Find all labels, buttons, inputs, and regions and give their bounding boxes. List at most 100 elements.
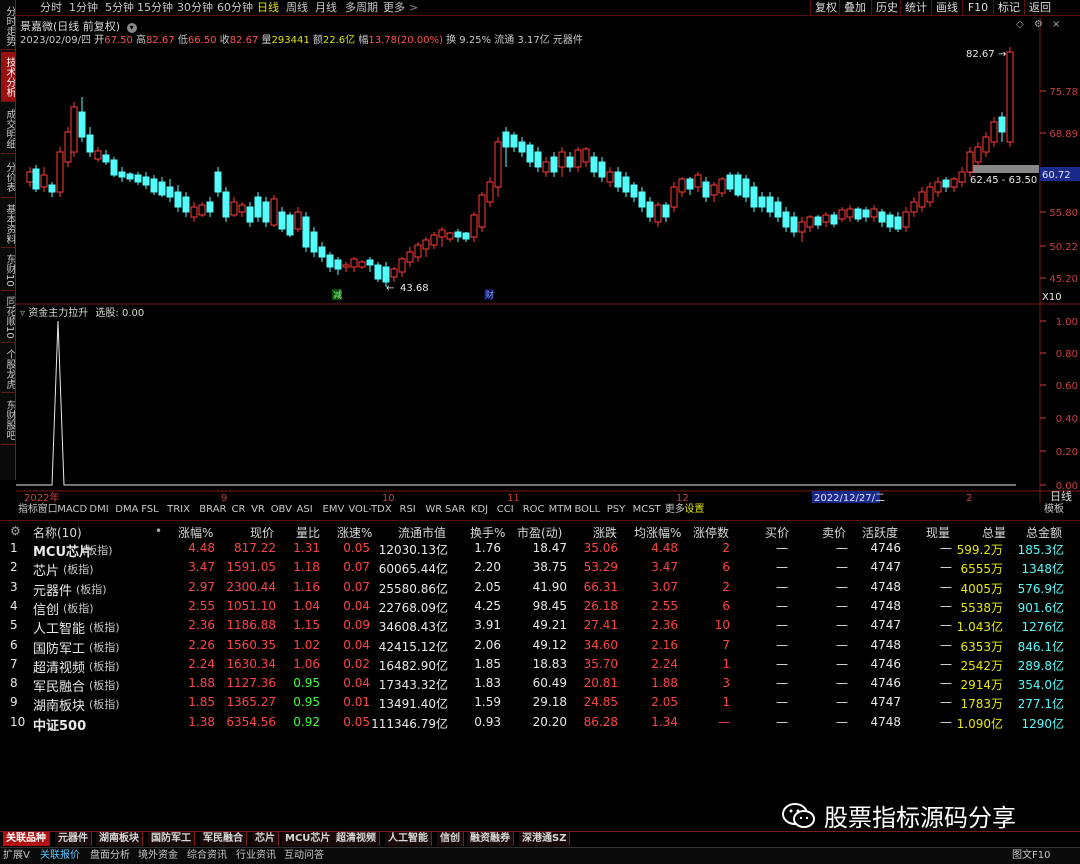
sidebar-item-2[interactable]: 成交明细 [1, 104, 15, 154]
related-tab-3[interactable]: 国防军工 [148, 832, 195, 846]
period-daily-label[interactable]: 日线 [1050, 491, 1072, 503]
sidebar-item-0[interactable]: 分时走势 [1, 2, 15, 50]
related-tab-11[interactable]: 深港通SZ [519, 832, 571, 846]
indicator-tab-23[interactable]: MCST [633, 504, 661, 516]
toolbar-btn-5[interactable]: F10 [962, 0, 993, 16]
table-row[interactable]: 7 超清视频 (板指) 2.24 1630.34 1.06 0.02 16482.90亿 1.8… [0, 655, 1080, 676]
indicator-tab-3[interactable]: DMI [89, 504, 108, 516]
sidebar-item-6[interactable]: 同花顺10 [1, 293, 15, 343]
toolbar-btn-3[interactable]: 统计 [900, 0, 931, 16]
toolbar-btn-1[interactable]: 叠加 [839, 0, 870, 16]
row-name[interactable]: 元器件 [33, 580, 72, 599]
toolbar-btn-0[interactable]: 复权 [810, 0, 841, 16]
status-tab-5[interactable]: 行业资讯 [236, 849, 276, 863]
period-tab-9[interactable]: 多周期 [345, 1, 378, 15]
toolbar-btn-2[interactable]: 历史 [871, 0, 902, 16]
period-tab-6[interactable]: 日线 [257, 1, 279, 15]
period-tab-8[interactable]: 月线 [315, 1, 337, 15]
related-tab-5[interactable]: 芯片 [252, 832, 279, 846]
row-name[interactable]: 人工智能 [33, 618, 85, 637]
indicator-tab-9[interactable]: VR [251, 504, 265, 516]
related-tab-0[interactable]: 关联品种 [3, 832, 50, 846]
template-button[interactable]: 模板 [1044, 504, 1064, 516]
related-tab-6[interactable]: MCU芯片 [282, 832, 335, 846]
related-tab-8[interactable]: 人工智能 [385, 832, 432, 846]
status-tab-7[interactable]: 图文F10 [1012, 849, 1050, 863]
sidebar-item-7[interactable]: 个股龙虎 [1, 345, 15, 393]
related-tab-1[interactable]: 元器件 [55, 832, 92, 846]
indicator-tab-2[interactable]: MACD [57, 504, 87, 516]
table-row[interactable]: 5 人工智能 (板指) 2.36 1186.88 1.15 0.09 34608.43亿 3.9… [0, 616, 1080, 637]
toolbar-btn-7[interactable]: 返回 [1024, 0, 1055, 16]
related-tab-9[interactable]: 信创 [437, 832, 464, 846]
sidebar-item-1[interactable]: 技术分析 [1, 52, 15, 102]
status-tab-0[interactable]: 扩展V [3, 849, 30, 863]
period-tab-3[interactable]: 15分钟 [137, 1, 173, 15]
close-icon[interactable]: × [1052, 19, 1060, 30]
settings-icon[interactable]: ⚙ [10, 524, 21, 538]
kline-chart[interactable]: 75.7868.8960.7255.8050.2245.2060.7262.45… [16, 17, 1080, 503]
sidebar-item-4[interactable]: 基本资料 [1, 200, 15, 248]
sidebar-item-8[interactable]: 东财股吧 [1, 395, 15, 445]
related-tab-10[interactable]: 融资融券 [467, 832, 514, 846]
indicator-tab-16[interactable]: SAR [445, 504, 465, 516]
indicator-tab-15[interactable]: WR [425, 504, 442, 516]
period-tab-7[interactable]: 周线 [286, 1, 308, 15]
row-name[interactable]: 军民融合 [33, 676, 85, 695]
indicator-tab-10[interactable]: OBV [271, 504, 292, 516]
indicator-tab-1[interactable]: 窗口 [38, 504, 58, 516]
indicator-tab-11[interactable]: ASI [297, 504, 313, 516]
diamond-icon[interactable]: ◇ [1016, 19, 1024, 30]
period-tab-1[interactable]: 1分钟 [69, 1, 98, 15]
indicator-tab-19[interactable]: ROC [523, 504, 545, 516]
indicator-tab-22[interactable]: PSY [607, 504, 626, 516]
indicator-tab-18[interactable]: CCI [497, 504, 514, 516]
zoom-x10[interactable]: X10 [1042, 292, 1062, 303]
sidebar-item-3[interactable]: 分价表 [1, 156, 15, 198]
status-tab-2[interactable]: 盘面分析 [90, 849, 130, 863]
indicator-tab-8[interactable]: CR [232, 504, 246, 516]
table-row[interactable]: 6 国防军工 (板指) 2.26 1560.35 1.02 0.04 42415.12亿 2.0… [0, 636, 1080, 657]
row-name[interactable]: 芯片 [33, 560, 59, 579]
indicator-tab-25[interactable]: 设置 [684, 504, 704, 516]
indicator-tab-21[interactable]: BOLL [575, 504, 601, 516]
related-tab-7[interactable]: 超清视频 [333, 832, 380, 846]
table-row[interactable]: 2 芯片 (板指) 3.47 1591.05 1.18 0.07 60065.44亿 2.20 3… [0, 558, 1080, 579]
indicator-tab-0[interactable]: 指标 [18, 504, 38, 516]
related-tab-4[interactable]: 军民融合 [200, 832, 247, 846]
indicator-tab-13[interactable]: VOL-TDX [348, 504, 391, 516]
toolbar-btn-6[interactable]: 标记 [993, 0, 1024, 16]
indicator-tab-12[interactable]: EMV [323, 504, 345, 516]
period-tab-10[interactable]: 更多 [383, 1, 405, 15]
indicator-tab-17[interactable]: KDJ [471, 504, 488, 516]
table-row[interactable]: 3 元器件 (板指) 2.97 2300.44 1.16 0.07 25580.86亿 2.05… [0, 578, 1080, 599]
status-tab-6[interactable]: 互动问答 [284, 849, 324, 863]
indicator-tab-5[interactable]: FSL [141, 504, 159, 516]
indicator-tab-24[interactable]: 更多 [665, 504, 685, 516]
sidebar-item-5[interactable]: 东财10 [1, 250, 15, 291]
period-tab-5[interactable]: 60分钟 [217, 1, 253, 15]
chevron-right-icon[interactable]: > [409, 1, 418, 15]
table-row[interactable]: 9 湖南板块 (板指) 1.85 1365.27 0.95 0.01 13491.40亿 1.5… [0, 693, 1080, 714]
table-row[interactable]: 10 中证500 1.38 6354.56 0.92 0.05 111346.79亿 0.93… [0, 713, 1080, 734]
settings-icon[interactable]: ⚙ [1034, 19, 1043, 30]
status-tab-1[interactable]: 关联报价 [40, 849, 80, 863]
status-tab-4[interactable]: 综合资讯 [187, 849, 227, 863]
period-tab-0[interactable]: 分时 [40, 1, 62, 15]
row-name[interactable]: 中证500 [33, 715, 86, 734]
row-name[interactable]: 信创 [33, 599, 59, 618]
table-row[interactable]: 4 信创 (板指) 2.55 1051.10 1.04 0.04 22768.09亿 4.25 9… [0, 597, 1080, 618]
indicator-tab-14[interactable]: RSI [400, 504, 416, 516]
period-tab-4[interactable]: 30分钟 [177, 1, 213, 15]
toolbar-btn-4[interactable]: 画线 [931, 0, 962, 16]
indicator-tab-7[interactable]: BRAR [199, 504, 226, 516]
indicator-tab-6[interactable]: TRIX [167, 504, 190, 516]
related-tab-2[interactable]: 湖南板块 [96, 832, 143, 846]
indicator-tab-4[interactable]: DMA [115, 504, 138, 516]
row-name[interactable]: 湖南板块 [33, 695, 85, 714]
table-row[interactable]: 8 军民融合 (板指) 1.88 1127.36 0.95 0.04 17343.32亿 1.8… [0, 674, 1080, 695]
table-row[interactable]: 1 MCU芯片 (板指) 4.48 817.22 1.31 0.05 12030.13亿 1.7… [0, 539, 1080, 560]
period-tab-2[interactable]: 5分钟 [105, 1, 134, 15]
indicator-tab-20[interactable]: MTM [549, 504, 572, 516]
row-name[interactable]: 超清视频 [33, 657, 85, 676]
